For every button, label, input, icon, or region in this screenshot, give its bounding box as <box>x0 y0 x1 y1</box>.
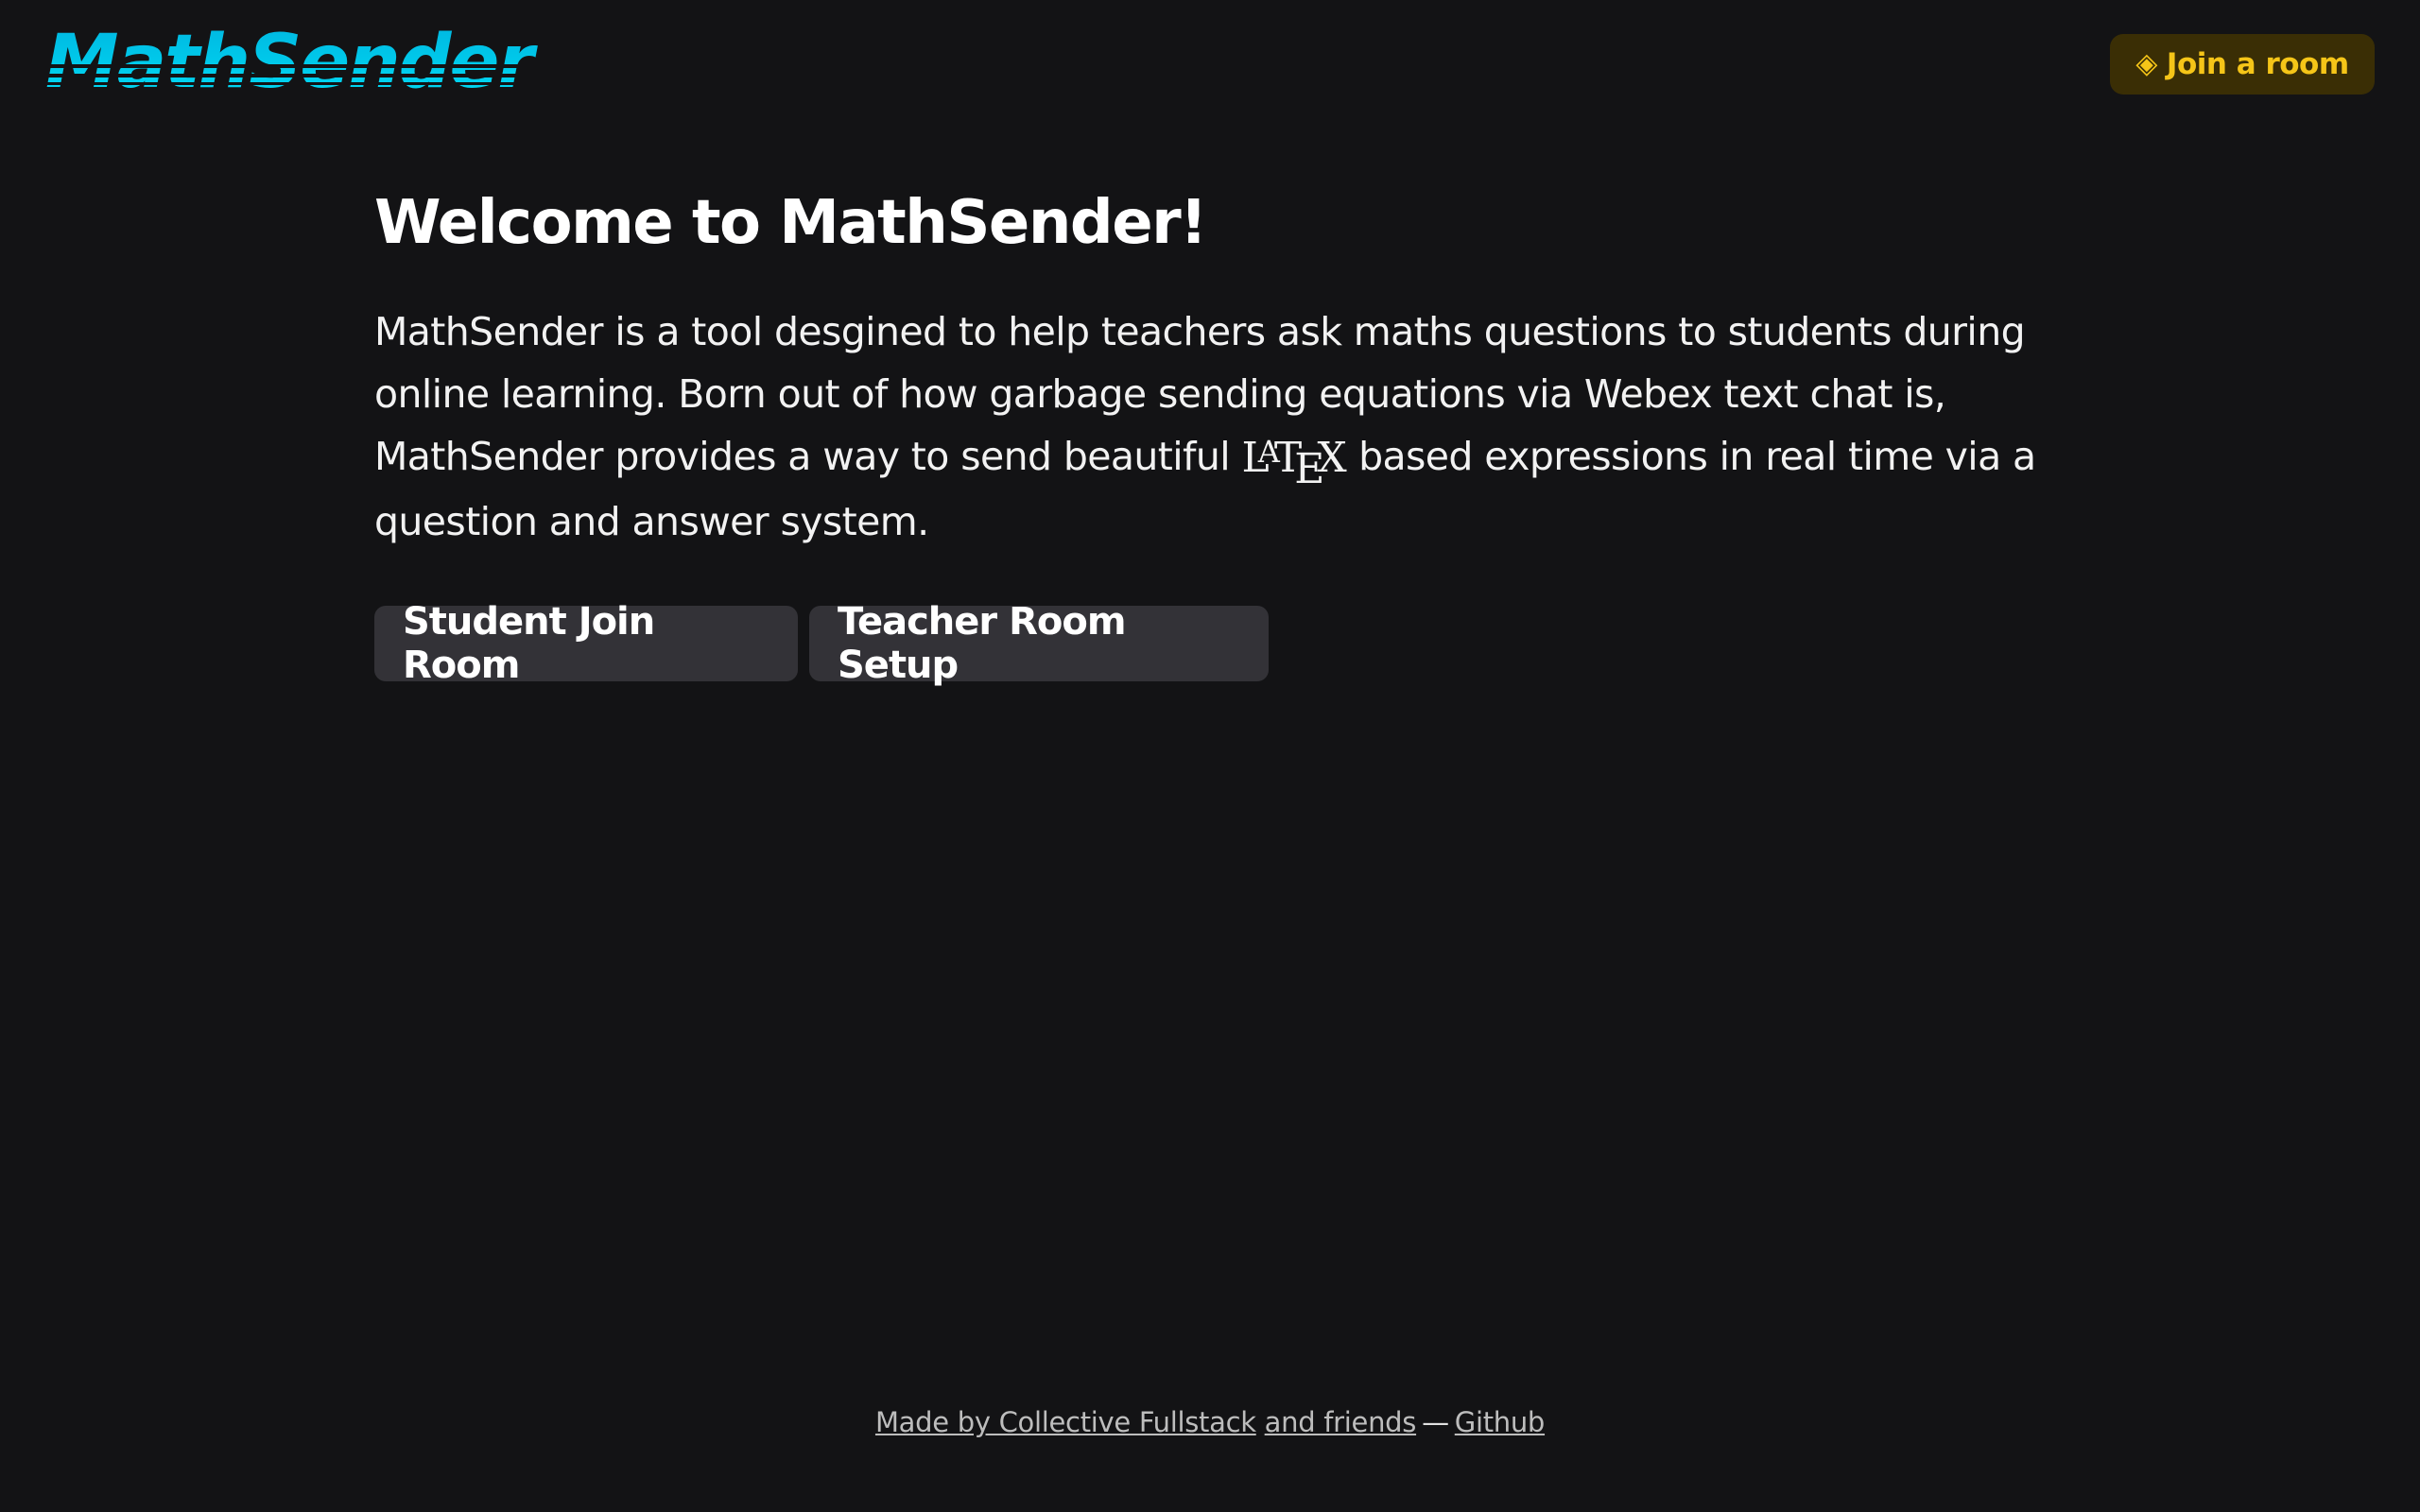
page: MathSender ◈ Join a room Welcome to Math… <box>0 0 2420 1512</box>
logo-text: MathSender <box>45 20 538 100</box>
diamond-icon: ◈ <box>2135 47 2157 80</box>
made-by-link[interactable]: Made by Collective Fullstack <box>875 1406 1256 1438</box>
latex-logo: LATEX <box>1241 434 1347 493</box>
main-content: Welcome to MathSender! MathSender is a t… <box>374 176 2038 687</box>
student-join-room-button[interactable]: Student Join Room <box>374 600 798 687</box>
mathsender-logo[interactable]: MathSender <box>43 15 573 100</box>
page-title: Welcome to MathSender! <box>374 188 1207 258</box>
footer-separator: — <box>1422 1406 1449 1438</box>
header: MathSender ◈ Join a room <box>0 0 2420 132</box>
github-link[interactable]: Github <box>1455 1406 1546 1438</box>
action-buttons: Student Join Room Teacher Room Setup <box>374 600 2038 687</box>
intro-paragraph: MathSender is a tool desgined to help te… <box>374 301 2038 553</box>
teacher-room-setup-button[interactable]: Teacher Room Setup <box>809 600 1269 687</box>
join-room-button[interactable]: ◈ Join a room <box>2110 34 2375 94</box>
join-room-label: Join a room <box>2166 47 2349 81</box>
footer: Made by Collective Fullstack and friends… <box>0 1406 2420 1438</box>
and-friends-link[interactable]: and friends <box>1265 1406 1417 1438</box>
